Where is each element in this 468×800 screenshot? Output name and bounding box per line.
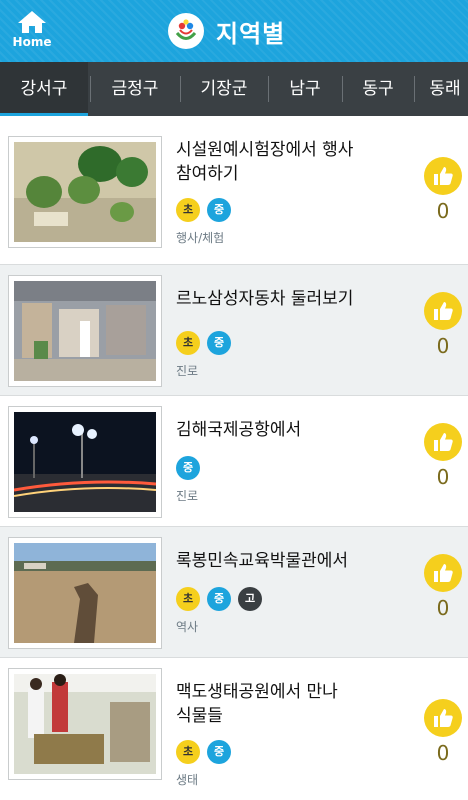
badge-middle: 중 (207, 740, 231, 764)
tab-gangseo[interactable]: 강서구 (0, 62, 88, 116)
like-count: 0 (436, 465, 450, 489)
tab-gijang[interactable]: 기장군 (181, 62, 267, 116)
page-title: 지역별 (216, 19, 286, 48)
item-title-line: 참여하기 (176, 164, 239, 184)
home-label: Home (12, 35, 52, 49)
item-title-line: 식물들 (176, 706, 223, 726)
region-tab-bar: 강서구 금정구 기장군 남구 동구 동래 (0, 62, 468, 116)
item-title-line: 맥도생태공원에서 만나 (176, 682, 338, 702)
grade-badges: 중 (176, 456, 207, 480)
list-item[interactable]: 맥도생태공원에서 만나 식물들 초 중 생태 0 (0, 658, 468, 800)
thumbs-up-icon (434, 433, 453, 451)
badge-high: 고 (238, 587, 262, 611)
thumbs-up-icon (434, 167, 453, 185)
badge-middle: 중 (176, 456, 200, 480)
like-button[interactable] (424, 699, 462, 737)
thumbnail-plants[interactable] (8, 668, 162, 780)
like-count: 0 (436, 596, 450, 620)
tab-dong[interactable]: 동구 (343, 62, 413, 116)
badge-middle: 중 (207, 198, 231, 222)
app-logo-icon (168, 13, 204, 49)
item-category: 역사 (176, 620, 199, 634)
grade-badges: 초 중 고 (176, 587, 269, 611)
thumbs-up-icon (434, 564, 453, 582)
home-icon (18, 11, 46, 33)
tab-dongnae[interactable]: 동래 (415, 62, 468, 116)
like-count: 0 (436, 741, 450, 765)
item-title[interactable]: 록봉민속교육박물관에서 (176, 549, 396, 573)
tab-nam[interactable]: 남구 (269, 62, 341, 116)
item-title[interactable]: 르노삼성자동차 둘러보기 (176, 287, 396, 311)
like-button[interactable] (424, 292, 462, 330)
list-item[interactable]: 르노삼성자동차 둘러보기 초 중 진로 0 (0, 265, 468, 396)
badge-elementary: 초 (176, 198, 200, 222)
item-title[interactable]: 시설원예시험장에서 행사 참여하기 (176, 138, 396, 186)
thumbs-up-icon (434, 709, 453, 727)
item-title[interactable]: 김해국제공항에서 (176, 418, 396, 442)
list-item[interactable]: 김해국제공항에서 중 진로 0 (0, 396, 468, 527)
grade-badges: 초 중 (176, 331, 238, 355)
badge-elementary: 초 (176, 331, 200, 355)
thumbs-up-icon (434, 302, 453, 320)
tab-geumjeong[interactable]: 금정구 (91, 62, 179, 116)
item-title-line: 록봉민속교육박물관에서 (176, 551, 349, 571)
thumbnail-factory[interactable] (8, 275, 162, 387)
thumbnail-watermelons[interactable] (8, 136, 162, 248)
thumbnail-airport-night[interactable] (8, 406, 162, 518)
brand: 지역별 (168, 12, 285, 50)
like-count: 0 (436, 199, 450, 223)
grade-badges: 초 중 (176, 740, 238, 764)
like-button[interactable] (424, 554, 462, 592)
grade-badges: 초 중 (176, 198, 238, 222)
like-button[interactable] (424, 157, 462, 195)
badge-elementary: 초 (176, 587, 200, 611)
like-count: 0 (436, 334, 450, 358)
item-category: 생태 (176, 773, 199, 787)
item-title-line: 시설원예시험장에서 행사 (176, 140, 354, 160)
item-category: 진로 (176, 489, 199, 503)
badge-middle: 중 (207, 331, 231, 355)
program-list: 시설원예시험장에서 행사 참여하기 초 중 행사/체험 0 르노삼성자동차 둘러… (0, 116, 468, 800)
like-button[interactable] (424, 423, 462, 461)
badge-middle: 중 (207, 587, 231, 611)
home-button[interactable]: Home (8, 8, 56, 56)
item-category: 진로 (176, 364, 199, 378)
item-title-line: 김해국제공항에서 (176, 420, 302, 440)
list-item[interactable]: 록봉민속교육박물관에서 초 중 고 역사 0 (0, 527, 468, 658)
thumbnail-field-shadow[interactable] (8, 537, 162, 649)
badge-elementary: 초 (176, 740, 200, 764)
item-title-line: 르노삼성자동차 둘러보기 (176, 289, 354, 309)
item-title[interactable]: 맥도생태공원에서 만나 식물들 (176, 680, 396, 728)
item-category: 행사/체험 (176, 231, 225, 245)
list-item[interactable]: 시설원예시험장에서 행사 참여하기 초 중 행사/체험 0 (0, 116, 468, 265)
app-header: Home 지역별 (0, 0, 468, 62)
